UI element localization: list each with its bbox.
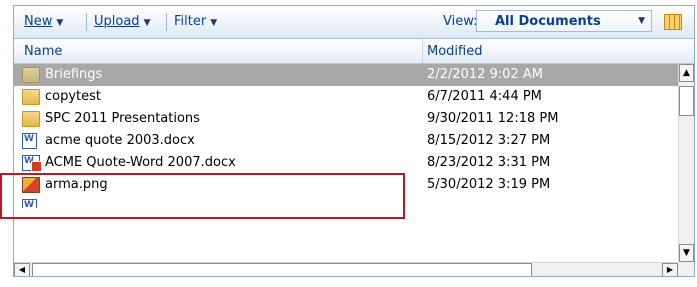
new-label: New (24, 14, 53, 29)
file-modified: 8/15/2012 3:27 PM (427, 133, 551, 148)
word-doc-icon (22, 133, 37, 149)
toolbar-divider (86, 13, 87, 31)
folder-icon (22, 67, 40, 83)
file-modified: 6/7/2011 4:44 PM (427, 89, 542, 104)
chevron-down-icon: ▼ (210, 18, 218, 28)
column-divider (422, 39, 423, 63)
filter-label: Filter (174, 14, 207, 29)
scroll-down-icon[interactable]: ▼ (679, 244, 694, 262)
file-modified: 5/30/2012 3:19 PM (427, 177, 551, 192)
column-header-modified[interactable]: Modified (427, 44, 482, 59)
file-list: Briefings 2/2/2012 9:02 AM copytest 6/7/… (14, 64, 694, 262)
file-name[interactable]: ACME Quote-Word 2007.docx (45, 155, 236, 170)
table-row[interactable]: Briefings 2/2/2012 9:02 AM (14, 64, 679, 86)
file-modified: ... (427, 199, 440, 208)
scroll-up-icon[interactable]: ▲ (679, 64, 694, 82)
folder-icon (22, 111, 40, 127)
columns-icon[interactable] (664, 14, 682, 30)
file-name[interactable]: SPC 2011 Presentations (45, 111, 200, 126)
chevron-down-icon: ▼ (638, 16, 645, 26)
column-header-name[interactable]: Name (24, 44, 62, 59)
table-row[interactable]: ACME Quote-Word 2007.docx 8/23/2012 3:31… (14, 152, 679, 174)
table-row[interactable]: acme quote 2003.docx 8/15/2012 3:27 PM (14, 130, 679, 152)
scroll-corner (678, 262, 694, 276)
scroll-thumb[interactable] (679, 86, 694, 116)
chevron-down-icon: ▼ (56, 18, 64, 28)
library-toolbar: New ▼ Upload ▼ Filter ▼ View: All Documents… (14, 6, 694, 39)
view-select[interactable]: All Documents ▼ (476, 10, 652, 32)
new-menu[interactable]: New ▼ (24, 14, 63, 29)
folder-icon (22, 89, 40, 105)
scroll-thumb[interactable] (32, 263, 532, 276)
highlight-box (0, 173, 405, 219)
scroll-left-icon[interactable]: ◀ (14, 263, 30, 276)
file-modified: 2/2/2012 9:02 AM (427, 67, 543, 82)
scroll-right-icon[interactable]: ▶ (662, 263, 678, 276)
filter-menu[interactable]: Filter ▼ (174, 14, 217, 29)
view-value: All Documents (495, 14, 601, 29)
chevron-down-icon: ▼ (143, 18, 151, 28)
vertical-scrollbar[interactable]: ▲ ▼ (678, 64, 694, 262)
horizontal-scrollbar[interactable]: ◀ ▶ (14, 262, 678, 276)
upload-menu[interactable]: Upload ▼ (94, 14, 150, 29)
file-name[interactable]: Briefings (45, 67, 102, 82)
file-name[interactable]: copytest (45, 89, 101, 104)
view-label: View: (443, 14, 478, 29)
upload-label: Upload (94, 14, 140, 29)
document-library: New ▼ Upload ▼ Filter ▼ View: All Documents… (13, 5, 695, 277)
file-name[interactable]: acme quote 2003.docx (45, 133, 195, 148)
file-modified: 9/30/2011 12:18 PM (427, 111, 559, 126)
word-doc-2007-icon (22, 155, 42, 172)
file-modified: 8/23/2012 3:31 PM (427, 155, 551, 170)
table-row[interactable]: SPC 2011 Presentations 9/30/2011 12:18 P… (14, 108, 679, 130)
column-header-row: Name Modified (14, 39, 694, 64)
table-row[interactable]: copytest 6/7/2011 4:44 PM (14, 86, 679, 108)
toolbar-divider (166, 13, 167, 31)
